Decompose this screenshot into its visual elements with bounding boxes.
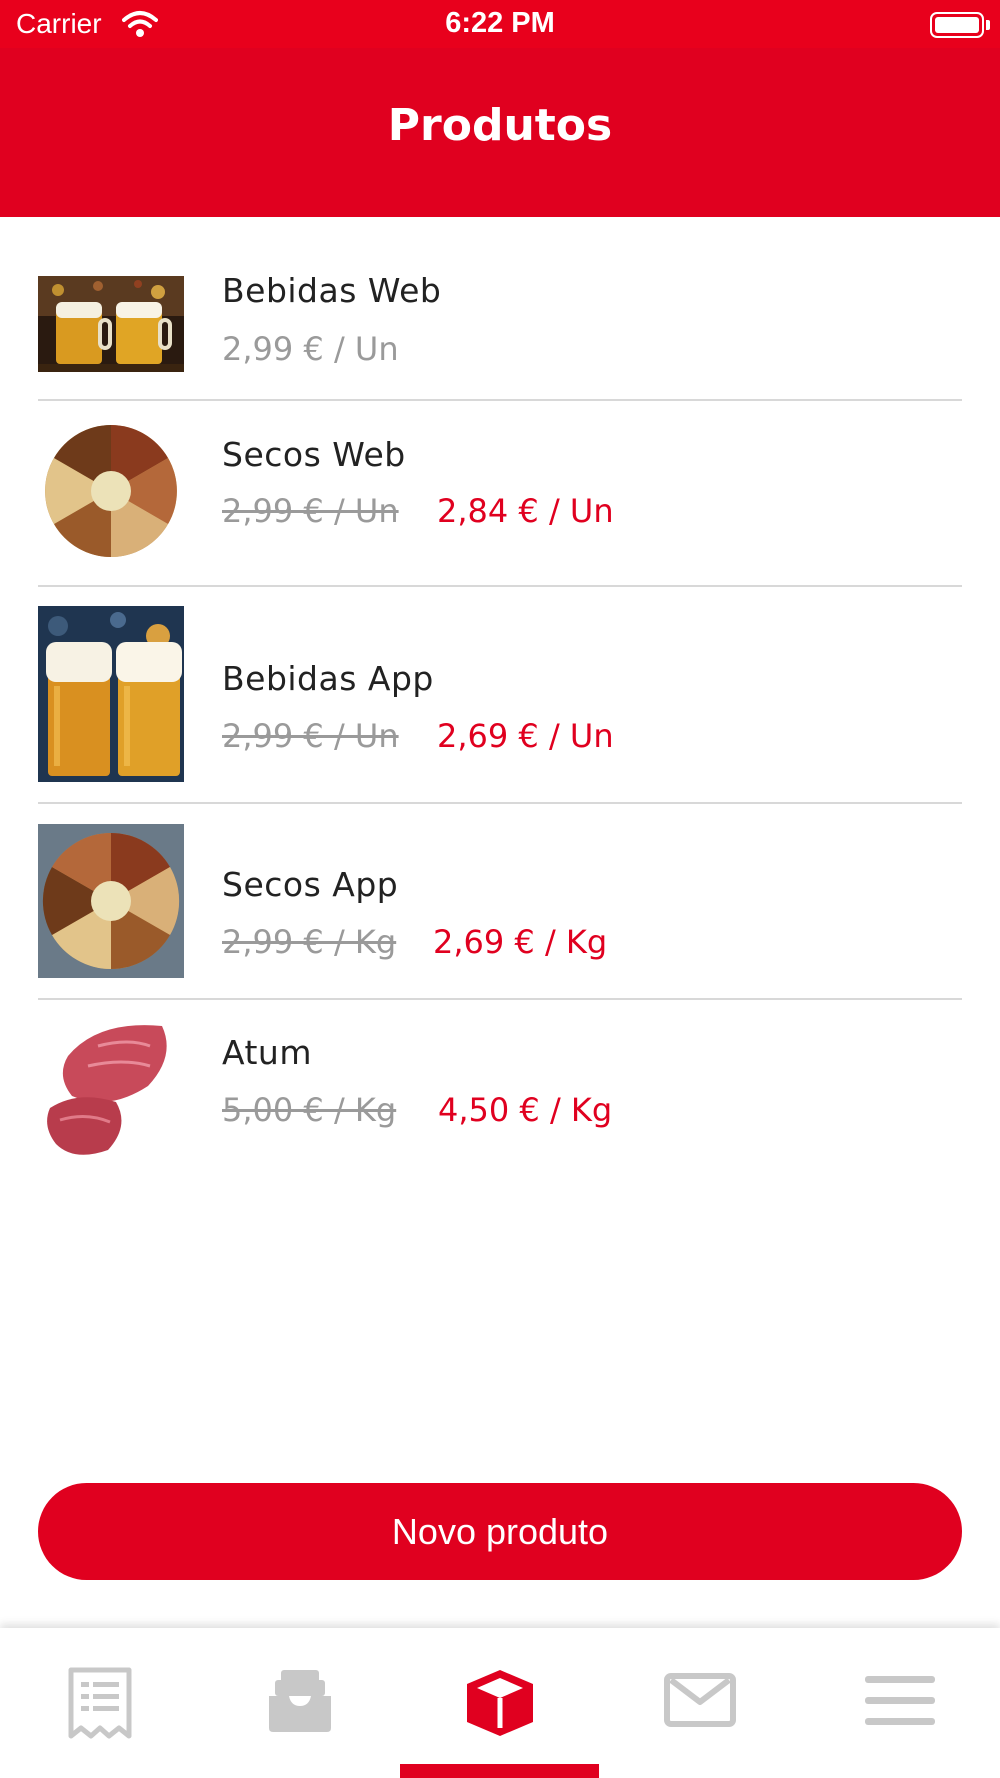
product-row-bebidas-app[interactable]: Bebidas App 2,99 € / Un 2,69 € / Un [0,587,1000,802]
page-title: Produtos [387,100,613,151]
tab-products[interactable] [400,1628,600,1778]
inbox-tray-icon [269,1670,331,1732]
product-name: Secos Web [222,435,406,474]
product-discounted-price: 2,69 € / Kg [433,923,608,961]
product-name: Bebidas App [222,659,434,698]
product-image-nuts [38,423,184,559]
product-original-price: 2,99 € / Kg [222,923,397,961]
menu-icon [865,1676,935,1725]
tab-inbox[interactable] [200,1628,400,1778]
product-image-beer [38,606,184,782]
product-original-price: 5,00 € / Kg [222,1091,397,1129]
receipt-icon [68,1667,132,1739]
status-time: 6:22 PM [445,7,555,39]
product-image-beer [38,276,184,372]
product-discounted-price: 4,50 € / Kg [438,1091,613,1129]
tab-messages[interactable] [600,1628,800,1778]
battery-icon [930,12,984,38]
navigation-bar: Produtos [0,48,1000,217]
product-row-secos-app[interactable]: Secos App 2,99 € / Kg 2,69 € / Kg [0,804,1000,1000]
tab-menu[interactable] [800,1628,1000,1778]
battery-cap [986,20,990,30]
product-name: Bebidas Web [222,271,442,310]
product-image-tuna [38,1016,184,1166]
package-box-icon [467,1670,533,1736]
product-row-secos-web[interactable]: Secos Web 2,99 € / Un 2,84 € / Un [0,401,1000,584]
product-discounted-price: 2,84 € / Un [437,492,614,530]
new-product-button[interactable]: Novo produto [38,1483,962,1580]
product-name: Secos App [222,865,399,904]
product-row-atum[interactable]: Atum 5,00 € / Kg 4,50 € / Kg [0,1000,1000,1185]
tab-bar [0,1628,1000,1778]
active-tab-indicator [400,1764,599,1778]
product-image-nuts [38,824,184,978]
tab-receipts[interactable] [0,1628,200,1778]
status-bar: Carrier 6:22 PM [0,0,1000,48]
product-original-price: 2,99 € / Un [222,492,399,530]
product-discounted-price: 2,69 € / Un [437,717,614,755]
envelope-icon [664,1673,736,1727]
product-price: 2,99 € / Un [222,330,399,368]
product-row-bebidas-web[interactable]: Bebidas Web 2,99 € / Un [0,217,1000,400]
product-name: Atum [222,1033,312,1072]
product-original-price: 2,99 € / Un [222,717,399,755]
